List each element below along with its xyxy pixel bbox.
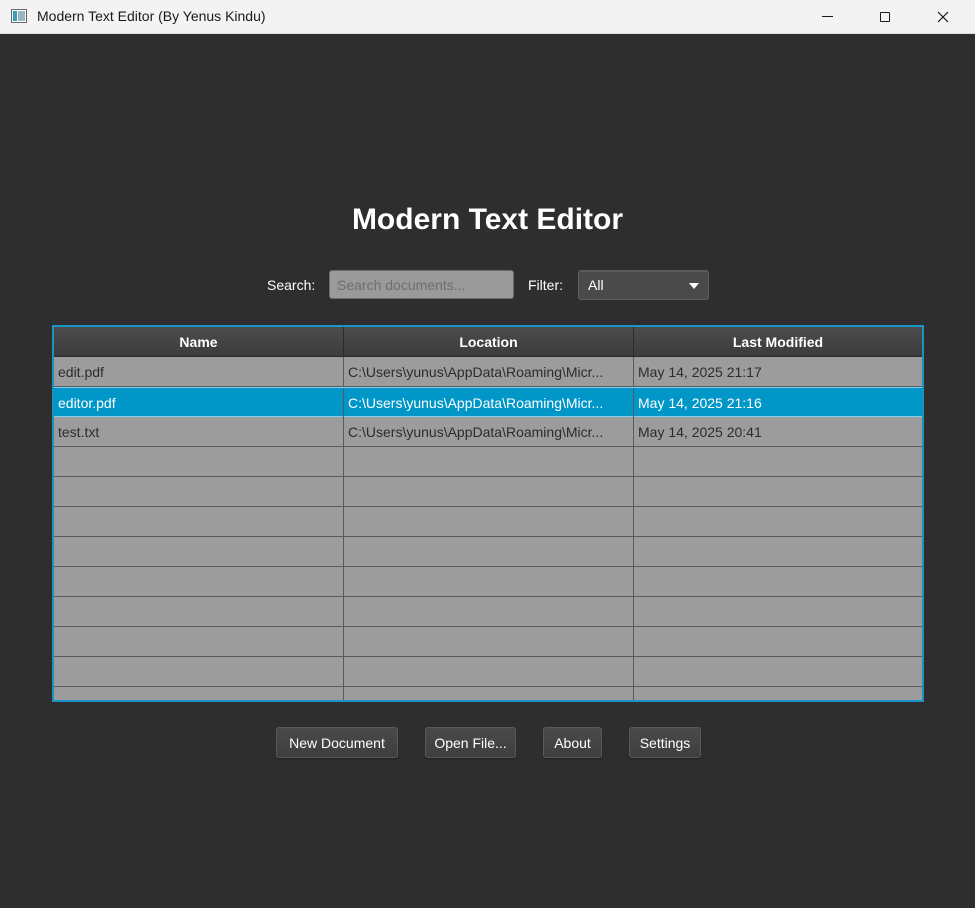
table-row[interactable]: edit.pdf C:\Users\yunus\AppData\Roaming\… bbox=[54, 357, 922, 387]
table-row[interactable]: test.txt C:\Users\yunus\AppData\Roaming\… bbox=[54, 417, 922, 447]
table-body: edit.pdf C:\Users\yunus\AppData\Roaming\… bbox=[54, 357, 922, 700]
title-bar[interactable]: Modern Text Editor (By Yenus Kindu) bbox=[0, 0, 975, 34]
cell-empty bbox=[344, 507, 634, 536]
page-title: Modern Text Editor bbox=[351, 203, 624, 236]
cell-empty bbox=[344, 537, 634, 566]
cell-empty bbox=[54, 627, 344, 656]
table-row-empty bbox=[54, 597, 922, 627]
maximize-button[interactable] bbox=[862, 0, 908, 33]
chevron-down-icon bbox=[689, 283, 699, 289]
cell-empty bbox=[54, 567, 344, 596]
column-header-location[interactable]: Location bbox=[344, 327, 634, 357]
table-row-empty bbox=[54, 657, 922, 687]
new-document-button[interactable]: New Document bbox=[276, 727, 398, 758]
table-header: Name Location Last Modified bbox=[54, 327, 922, 357]
cell-empty bbox=[634, 597, 922, 626]
table-row-empty bbox=[54, 567, 922, 597]
window-title: Modern Text Editor (By Yenus Kindu) bbox=[37, 8, 266, 24]
close-button[interactable] bbox=[920, 0, 966, 33]
cell-empty bbox=[344, 597, 634, 626]
cell-empty bbox=[634, 657, 922, 686]
cell-name: editor.pdf bbox=[54, 388, 344, 417]
cell-location: C:\Users\yunus\AppData\Roaming\Micr... bbox=[344, 357, 634, 386]
cell-empty bbox=[54, 477, 344, 506]
table-row-empty bbox=[54, 687, 922, 700]
filter-selected-value: All bbox=[588, 277, 604, 293]
table-row-empty bbox=[54, 477, 922, 507]
cell-name: test.txt bbox=[54, 417, 344, 446]
maximize-icon bbox=[880, 11, 890, 22]
table-row-empty bbox=[54, 447, 922, 477]
documents-table[interactable]: Name Location Last Modified edit.pdf C:\… bbox=[52, 325, 924, 702]
cell-empty bbox=[344, 447, 634, 476]
cell-empty bbox=[344, 687, 634, 700]
column-header-name[interactable]: Name bbox=[54, 327, 344, 357]
cell-name: edit.pdf bbox=[54, 357, 344, 386]
cell-empty bbox=[344, 657, 634, 686]
open-file-button[interactable]: Open File... bbox=[425, 727, 516, 758]
cell-empty bbox=[634, 567, 922, 596]
cell-empty bbox=[634, 477, 922, 506]
filter-dropdown[interactable]: All bbox=[578, 270, 709, 300]
app-window-icon bbox=[11, 9, 27, 23]
cell-empty bbox=[634, 507, 922, 536]
table-row-empty bbox=[54, 537, 922, 567]
cell-empty bbox=[54, 597, 344, 626]
search-input[interactable] bbox=[329, 270, 514, 299]
cell-empty bbox=[344, 477, 634, 506]
cell-empty bbox=[54, 687, 344, 700]
cell-empty bbox=[344, 627, 634, 656]
cell-last-modified: May 14, 2025 21:16 bbox=[638, 394, 762, 411]
column-header-last-modified[interactable]: Last Modified bbox=[634, 327, 922, 357]
app-window: Modern Text Editor (By Yenus Kindu) Mode… bbox=[0, 0, 975, 908]
cell-empty bbox=[54, 447, 344, 476]
minimize-button[interactable] bbox=[804, 0, 850, 33]
table-row-empty bbox=[54, 627, 922, 657]
cell-location: C:\Users\yunus\AppData\Roaming\Micr... bbox=[344, 388, 634, 417]
cell-empty bbox=[54, 507, 344, 536]
cell-empty bbox=[54, 657, 344, 686]
table-row-empty bbox=[54, 507, 922, 537]
minimize-icon bbox=[821, 16, 833, 17]
cell-last-modified: May 14, 2025 20:41 bbox=[638, 423, 762, 440]
cell-empty bbox=[344, 567, 634, 596]
about-button[interactable]: About bbox=[543, 727, 602, 758]
cell-empty bbox=[634, 687, 922, 700]
cell-empty bbox=[634, 627, 922, 656]
cell-location: C:\Users\yunus\AppData\Roaming\Micr... bbox=[344, 417, 634, 446]
settings-button[interactable]: Settings bbox=[629, 727, 701, 758]
cell-empty bbox=[54, 537, 344, 566]
cell-empty bbox=[634, 447, 922, 476]
close-icon bbox=[937, 11, 949, 22]
cell-empty bbox=[634, 537, 922, 566]
table-row-selected[interactable]: editor.pdf C:\Users\yunus\AppData\Roamin… bbox=[54, 387, 922, 417]
cell-last-modified: May 14, 2025 21:17 bbox=[638, 363, 762, 380]
filter-label: Filter: bbox=[528, 277, 563, 293]
search-label: Search: bbox=[267, 277, 316, 293]
